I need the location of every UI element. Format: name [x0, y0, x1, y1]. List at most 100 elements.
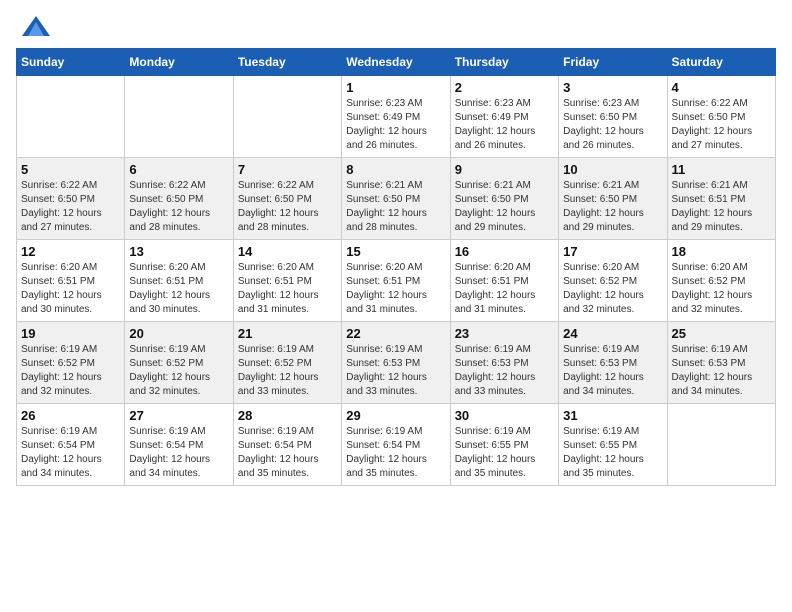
day-number: 15 — [346, 244, 445, 259]
day-info: Sunrise: 6:22 AM Sunset: 6:50 PM Dayligh… — [672, 97, 771, 153]
day-number: 7 — [238, 162, 337, 177]
calendar-cell: 29 Sunrise: 6:19 AM Sunset: 6:54 PM Dayli… — [342, 404, 450, 486]
calendar-cell: 17Sunrise: 6:20 AM Sunset: 6:52 PM Dayli… — [559, 240, 667, 322]
weekday-header-friday: Friday — [559, 49, 667, 76]
calendar-cell: 1 Sunrise: 6:23 AM Sunset: 6:49 PM Daylig… — [342, 76, 450, 158]
day-number: 2 — [455, 80, 554, 95]
day-info: Sunrise: 6:22 AM Sunset: 6:50 PM Dayligh… — [21, 179, 120, 235]
day-info: Sunrise: 6:20 AM Sunset: 6:51 PM Dayligh… — [346, 261, 445, 317]
day-number: 14 — [238, 244, 337, 259]
day-number: 6 — [129, 162, 228, 177]
day-number: 3 — [563, 80, 662, 95]
calendar-cell: 20 Sunrise: 6:19 AM Sunset: 6:52 PM Dayli… — [125, 322, 233, 404]
calendar-cell: 19 Sunrise: 6:19 AM Sunset: 6:52 PM Dayli… — [17, 322, 125, 404]
day-number: 12 — [21, 244, 120, 259]
day-number: 27 — [129, 408, 228, 423]
day-info: Sunrise: 6:19 AM Sunset: 6:54 PM Dayligh… — [129, 425, 228, 481]
day-info: Sunrise: 6:19 AM Sunset: 6:52 PM Dayligh… — [21, 343, 120, 399]
day-info: Sunrise: 6:19 AM Sunset: 6:53 PM Dayligh… — [563, 343, 662, 399]
day-number: 31 — [563, 408, 662, 423]
day-info: Sunrise: 6:19 AM Sunset: 6:52 PM Dayligh… — [129, 343, 228, 399]
day-number: 29 — [346, 408, 445, 423]
day-info: Sunrise: 6:19 AM Sunset: 6:54 PM Dayligh… — [346, 425, 445, 481]
day-info: Sunrise: 6:19 AM Sunset: 6:52 PM Dayligh… — [238, 343, 337, 399]
day-number: 8 — [346, 162, 445, 177]
calendar-cell: 8Sunrise: 6:21 AM Sunset: 6:50 PM Daylig… — [342, 158, 450, 240]
day-info: Sunrise: 6:23 AM Sunset: 6:49 PM Dayligh… — [346, 97, 445, 153]
calendar-cell: 11Sunrise: 6:21 AM Sunset: 6:51 PM Dayli… — [667, 158, 775, 240]
weekday-header-sunday: Sunday — [17, 49, 125, 76]
day-info: Sunrise: 6:20 AM Sunset: 6:51 PM Dayligh… — [21, 261, 120, 317]
day-info: Sunrise: 6:20 AM Sunset: 6:52 PM Dayligh… — [563, 261, 662, 317]
calendar-week-row: 26 Sunrise: 6:19 AM Sunset: 6:54 PM Dayli… — [17, 404, 776, 486]
calendar-cell: 6 Sunrise: 6:22 AM Sunset: 6:50 PM Daylig… — [125, 158, 233, 240]
day-number: 26 — [21, 408, 120, 423]
day-info: Sunrise: 6:23 AM Sunset: 6:50 PM Dayligh… — [563, 97, 662, 153]
day-info: Sunrise: 6:20 AM Sunset: 6:51 PM Dayligh… — [238, 261, 337, 317]
calendar-cell: 23 Sunrise: 6:19 AM Sunset: 6:53 PM Dayli… — [450, 322, 558, 404]
calendar-cell: 12 Sunrise: 6:20 AM Sunset: 6:51 PM Dayli… — [17, 240, 125, 322]
calendar-week-row: 19 Sunrise: 6:19 AM Sunset: 6:52 PM Dayli… — [17, 322, 776, 404]
day-number: 18 — [672, 244, 771, 259]
calendar-cell: 15 Sunrise: 6:20 AM Sunset: 6:51 PM Dayli… — [342, 240, 450, 322]
day-number: 19 — [21, 326, 120, 341]
calendar-cell: 14 Sunrise: 6:20 AM Sunset: 6:51 PM Dayli… — [233, 240, 341, 322]
calendar-cell — [233, 76, 341, 158]
calendar-cell: 30 Sunrise: 6:19 AM Sunset: 6:55 PM Dayli… — [450, 404, 558, 486]
page-header — [16, 16, 776, 36]
day-number: 5 — [21, 162, 120, 177]
calendar-cell: 27 Sunrise: 6:19 AM Sunset: 6:54 PM Dayli… — [125, 404, 233, 486]
day-number: 9 — [455, 162, 554, 177]
calendar-cell: 24Sunrise: 6:19 AM Sunset: 6:53 PM Dayli… — [559, 322, 667, 404]
day-info: Sunrise: 6:19 AM Sunset: 6:53 PM Dayligh… — [672, 343, 771, 399]
calendar-cell — [125, 76, 233, 158]
day-info: Sunrise: 6:20 AM Sunset: 6:51 PM Dayligh… — [129, 261, 228, 317]
day-number: 21 — [238, 326, 337, 341]
day-info: Sunrise: 6:19 AM Sunset: 6:54 PM Dayligh… — [21, 425, 120, 481]
calendar-cell: 28 Sunrise: 6:19 AM Sunset: 6:54 PM Dayli… — [233, 404, 341, 486]
calendar-cell: 3 Sunrise: 6:23 AM Sunset: 6:50 PM Daylig… — [559, 76, 667, 158]
day-info: Sunrise: 6:22 AM Sunset: 6:50 PM Dayligh… — [129, 179, 228, 235]
day-info: Sunrise: 6:19 AM Sunset: 6:54 PM Dayligh… — [238, 425, 337, 481]
calendar-cell: 13 Sunrise: 6:20 AM Sunset: 6:51 PM Dayli… — [125, 240, 233, 322]
weekday-header-thursday: Thursday — [450, 49, 558, 76]
day-number: 20 — [129, 326, 228, 341]
calendar-cell: 21 Sunrise: 6:19 AM Sunset: 6:52 PM Dayli… — [233, 322, 341, 404]
day-number: 28 — [238, 408, 337, 423]
calendar-cell: 22Sunrise: 6:19 AM Sunset: 6:53 PM Dayli… — [342, 322, 450, 404]
weekday-header-monday: Monday — [125, 49, 233, 76]
logo — [16, 16, 54, 36]
day-number: 4 — [672, 80, 771, 95]
calendar-cell: 2 Sunrise: 6:23 AM Sunset: 6:49 PM Daylig… — [450, 76, 558, 158]
calendar-cell: 16 Sunrise: 6:20 AM Sunset: 6:51 PM Dayli… — [450, 240, 558, 322]
calendar-week-row: 5 Sunrise: 6:22 AM Sunset: 6:50 PM Daylig… — [17, 158, 776, 240]
logo-icon — [22, 16, 50, 36]
calendar-cell: 18 Sunrise: 6:20 AM Sunset: 6:52 PM Dayli… — [667, 240, 775, 322]
day-info: Sunrise: 6:19 AM Sunset: 6:55 PM Dayligh… — [563, 425, 662, 481]
calendar-cell: 26 Sunrise: 6:19 AM Sunset: 6:54 PM Dayli… — [17, 404, 125, 486]
day-info: Sunrise: 6:20 AM Sunset: 6:52 PM Dayligh… — [672, 261, 771, 317]
day-info: Sunrise: 6:23 AM Sunset: 6:49 PM Dayligh… — [455, 97, 554, 153]
day-number: 1 — [346, 80, 445, 95]
calendar-week-row: 12 Sunrise: 6:20 AM Sunset: 6:51 PM Dayli… — [17, 240, 776, 322]
day-info: Sunrise: 6:22 AM Sunset: 6:50 PM Dayligh… — [238, 179, 337, 235]
calendar-cell: 4 Sunrise: 6:22 AM Sunset: 6:50 PM Daylig… — [667, 76, 775, 158]
calendar-cell — [667, 404, 775, 486]
day-info: Sunrise: 6:19 AM Sunset: 6:53 PM Dayligh… — [455, 343, 554, 399]
calendar-cell: 25Sunrise: 6:19 AM Sunset: 6:53 PM Dayli… — [667, 322, 775, 404]
day-info: Sunrise: 6:21 AM Sunset: 6:51 PM Dayligh… — [672, 179, 771, 235]
day-number: 10 — [563, 162, 662, 177]
day-number: 30 — [455, 408, 554, 423]
calendar-week-row: 1 Sunrise: 6:23 AM Sunset: 6:49 PM Daylig… — [17, 76, 776, 158]
calendar-table: SundayMondayTuesdayWednesdayThursdayFrid… — [16, 48, 776, 486]
day-number: 23 — [455, 326, 554, 341]
day-info: Sunrise: 6:21 AM Sunset: 6:50 PM Dayligh… — [455, 179, 554, 235]
calendar-cell: 7 Sunrise: 6:22 AM Sunset: 6:50 PM Daylig… — [233, 158, 341, 240]
day-number: 16 — [455, 244, 554, 259]
day-info: Sunrise: 6:20 AM Sunset: 6:51 PM Dayligh… — [455, 261, 554, 317]
day-number: 13 — [129, 244, 228, 259]
day-number: 22 — [346, 326, 445, 341]
day-info: Sunrise: 6:19 AM Sunset: 6:55 PM Dayligh… — [455, 425, 554, 481]
day-info: Sunrise: 6:21 AM Sunset: 6:50 PM Dayligh… — [563, 179, 662, 235]
weekday-header-wednesday: Wednesday — [342, 49, 450, 76]
